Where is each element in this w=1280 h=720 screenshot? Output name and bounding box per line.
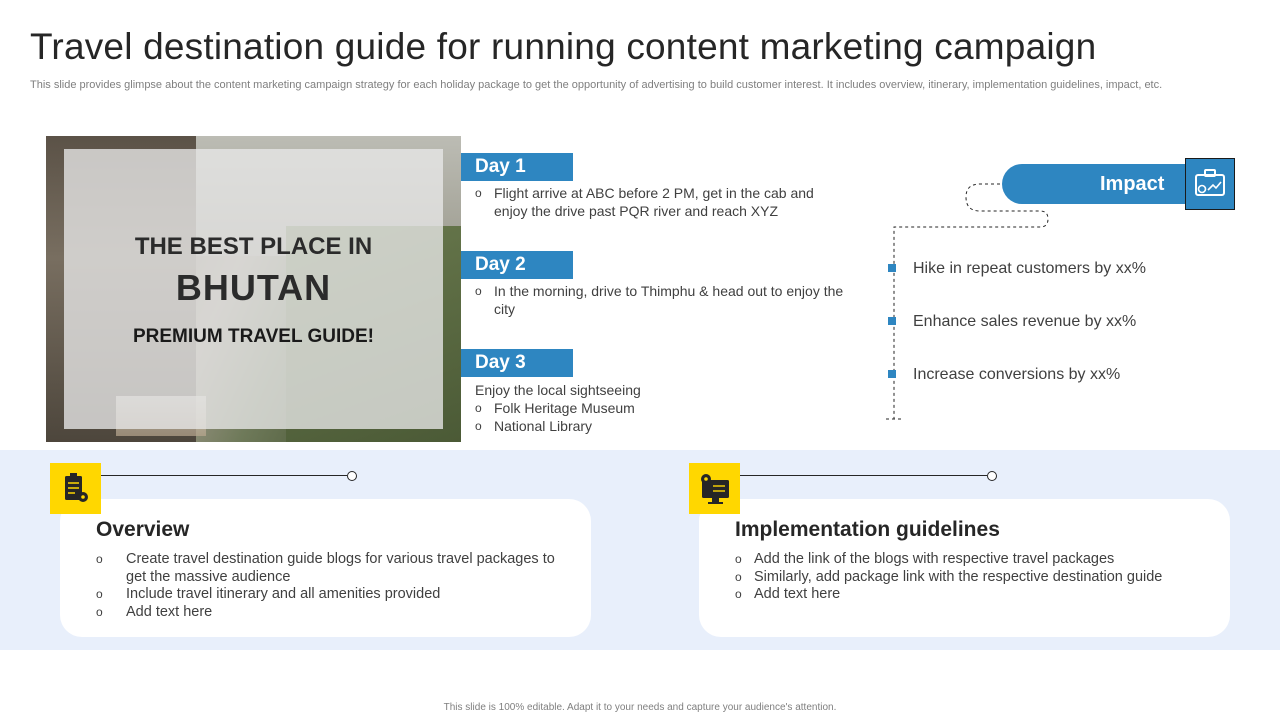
day-3-tab: Day 3 [461, 349, 573, 377]
implementation-point: Add text here [735, 586, 1205, 604]
impact-bullet [888, 264, 896, 272]
implementation-title: Implementation guidelines [735, 518, 1000, 541]
impact-bullet [888, 317, 896, 325]
day-3-point: Folk Heritage Museum [475, 399, 845, 417]
impact-item: Increase conversions by xx% [913, 366, 1121, 383]
overview-point: Add text here [96, 604, 556, 622]
impact-bullet [888, 370, 896, 378]
overview-connector-dot [347, 471, 357, 481]
hero-line-3: PREMIUM TRAVEL GUIDE! [132, 326, 375, 347]
impact-item: Hike in repeat customers by xx% [913, 260, 1146, 277]
day-1-point: Flight arrive at ABC before 2 PM, get in… [475, 184, 845, 220]
overview-list: Create travel destination guide blogs fo… [96, 551, 556, 621]
slide-title: Travel destination guide for running con… [30, 26, 1097, 67]
impact-label: Impact [1100, 173, 1165, 195]
clipboard-gear-icon [50, 463, 101, 514]
implementation-connector [740, 475, 987, 476]
briefcase-chart-icon [1185, 158, 1235, 210]
hero-line-2: BHUTAN [175, 267, 332, 308]
day-3-details: Enjoy the local sightseeing Folk Heritag… [475, 381, 845, 435]
day-3-intro: Enjoy the local sightseeing [475, 382, 641, 398]
overview-point: Create travel destination guide blogs fo… [96, 551, 556, 586]
day-2-tab: Day 2 [461, 251, 573, 279]
slide-subtitle: This slide provides glimpse about the co… [30, 79, 1163, 91]
impact-item: Enhance sales revenue by xx% [913, 313, 1137, 330]
implementation-point: Add the link of the blogs with respectiv… [735, 551, 1205, 569]
implementation-list: Add the link of the blogs with respectiv… [735, 551, 1205, 604]
overview-title: Overview [96, 518, 190, 541]
hero-line-1: THE BEST PLACE IN [134, 233, 373, 260]
day-2-details: In the morning, drive to Thimphu & head … [475, 282, 845, 318]
implementation-connector-dot [987, 471, 997, 481]
footer-note: This slide is 100% editable. Adapt it to… [443, 702, 837, 713]
impact-connector-lines [886, 181, 1049, 420]
day-2-point: In the morning, drive to Thimphu & head … [475, 282, 845, 318]
monitor-gear-icon [689, 463, 740, 514]
day-3-point: National Library [475, 417, 845, 435]
day-1-details: Flight arrive at ABC before 2 PM, get in… [475, 184, 845, 220]
implementation-point: Similarly, add package link with the res… [735, 569, 1205, 587]
overview-connector [101, 475, 347, 476]
overview-point: Include travel itinerary and all ameniti… [96, 586, 556, 604]
day-1-tab: Day 1 [461, 153, 573, 181]
